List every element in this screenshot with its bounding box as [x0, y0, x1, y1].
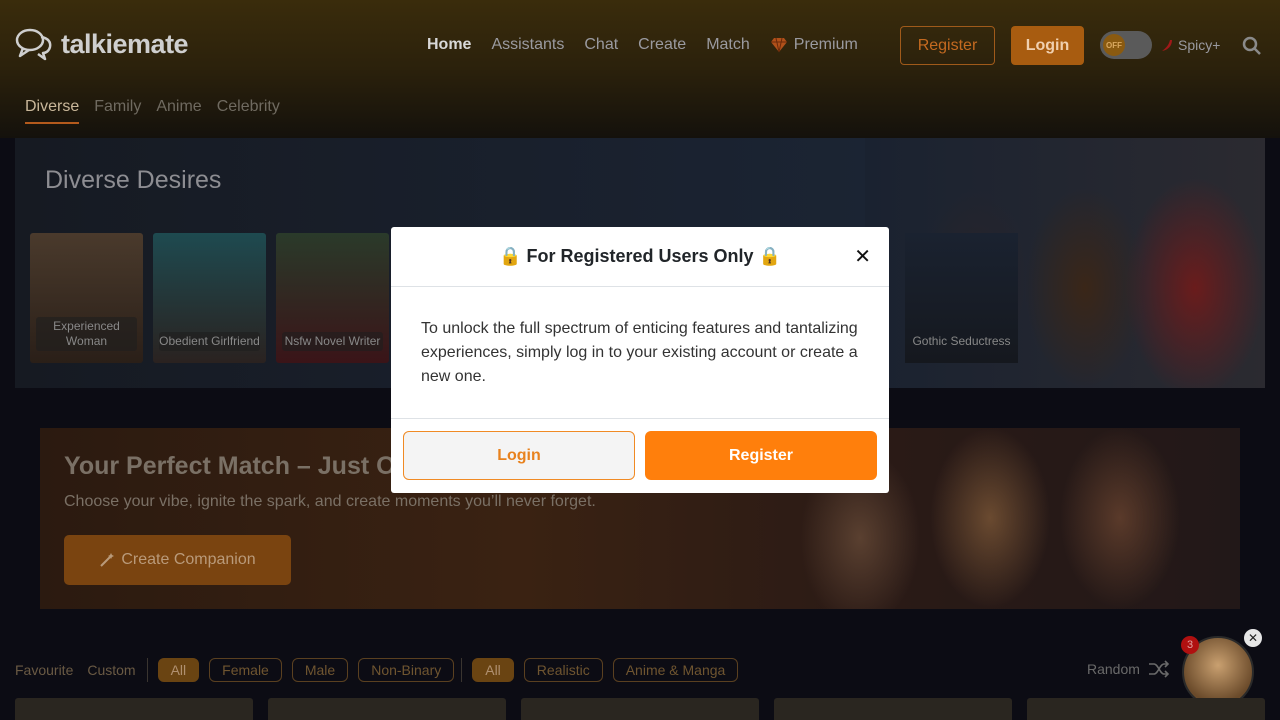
modal-footer: Login Register — [391, 419, 889, 492]
modal-body: To unlock the full spectrum of enticing … — [391, 287, 889, 419]
modal-register-button[interactable]: Register — [645, 431, 877, 480]
modal-login-button[interactable]: Login — [403, 431, 635, 480]
close-icon[interactable]: ✕ — [854, 247, 871, 267]
modal-title: 🔒 For Registered Users Only 🔒 — [499, 246, 781, 266]
registered-users-modal: 🔒 For Registered Users Only 🔒 ✕ To unloc… — [391, 227, 889, 493]
modal-header: 🔒 For Registered Users Only 🔒 ✕ — [391, 227, 889, 287]
